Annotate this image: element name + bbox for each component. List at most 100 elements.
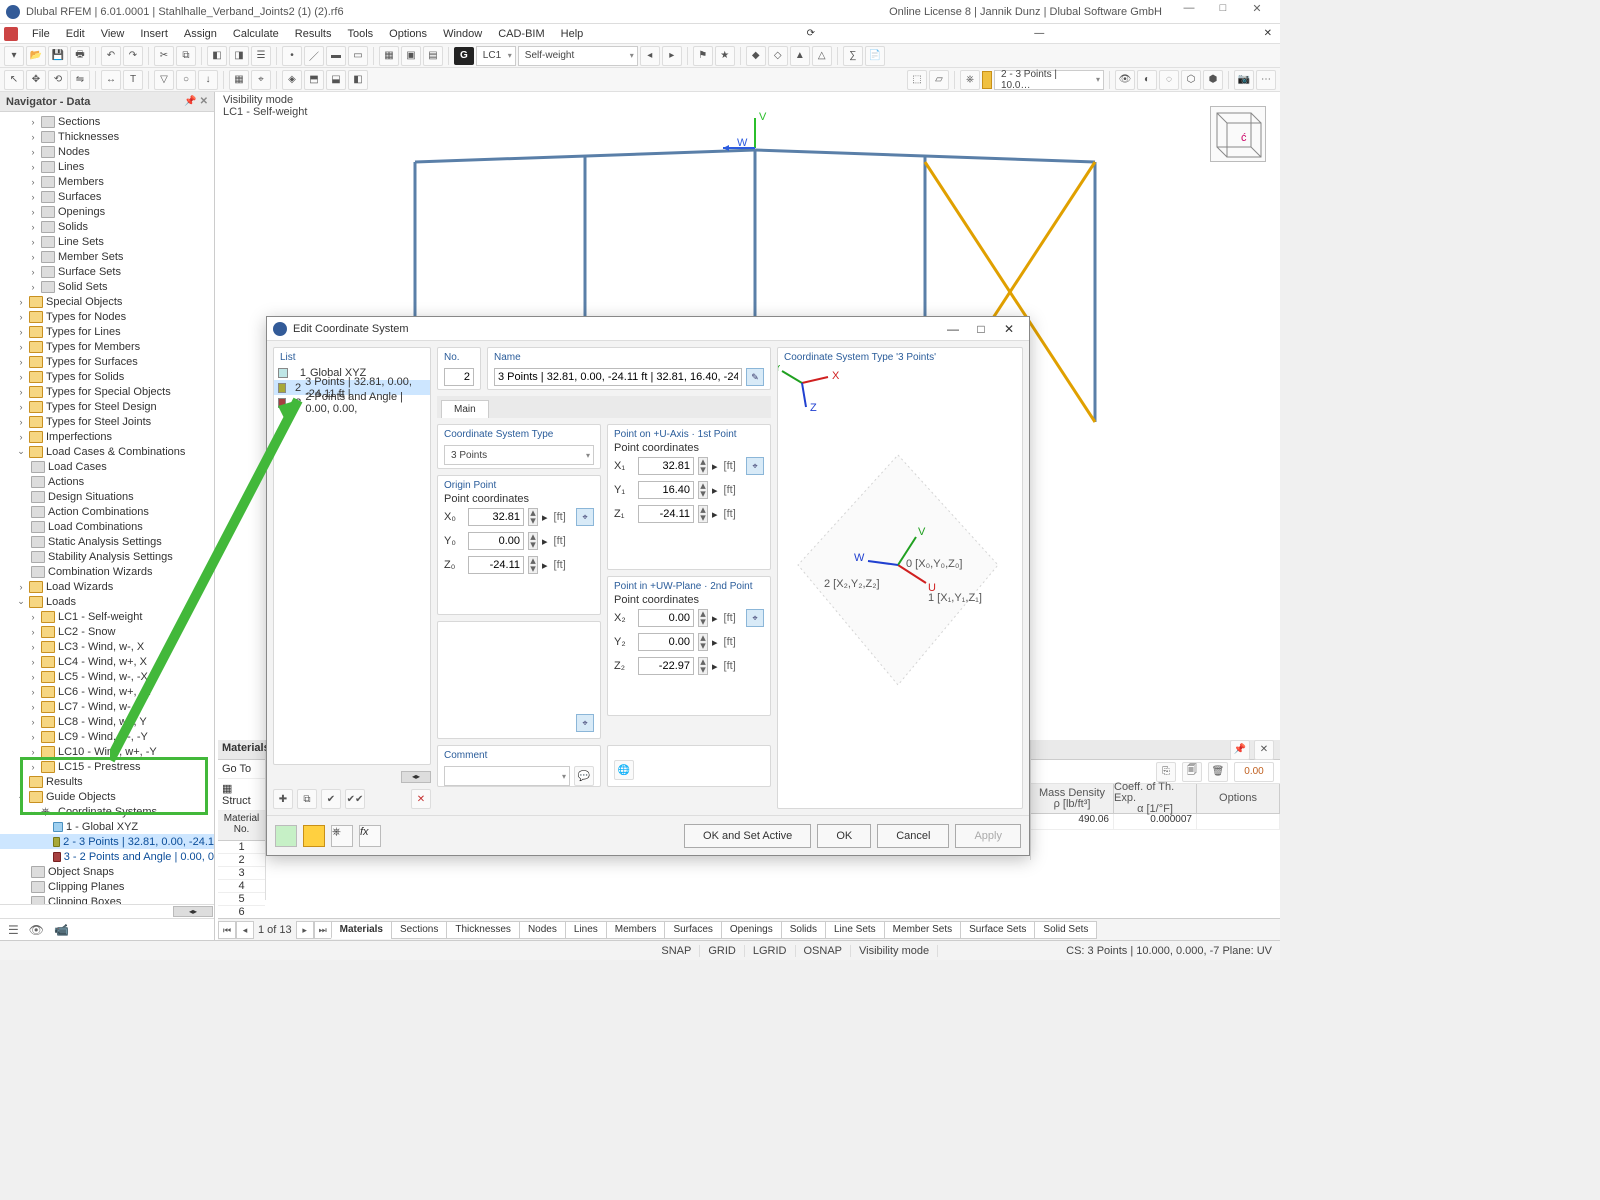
- blank-pick-icon[interactable]: ⌖: [576, 714, 594, 732]
- tree-item[interactable]: ›Sections: [0, 114, 214, 129]
- btab-first[interactable]: ⏮: [218, 921, 236, 939]
- tb2-move[interactable]: ✥: [26, 70, 46, 90]
- comment-combo[interactable]: [444, 766, 570, 786]
- y1-spinner[interactable]: ▴▾: [698, 481, 708, 499]
- tb-misc1[interactable]: ◧: [207, 46, 227, 66]
- tb-open-icon[interactable]: 📂: [26, 46, 46, 66]
- tree-item[interactable]: Clipping Boxes: [0, 894, 214, 904]
- btab-sections[interactable]: Sections: [391, 921, 447, 939]
- mat-pin-icon[interactable]: 📌: [1230, 740, 1250, 760]
- tb2-top[interactable]: ⬒: [304, 70, 324, 90]
- cancel-button[interactable]: Cancel: [877, 824, 949, 848]
- menu-window[interactable]: Window: [435, 28, 490, 40]
- z0-input[interactable]: [468, 556, 524, 574]
- tb2-front[interactable]: ⬓: [326, 70, 346, 90]
- tb-lcnext[interactable]: ▸: [662, 46, 682, 66]
- x0-input[interactable]: [468, 508, 524, 526]
- tree-item[interactable]: ›Results: [0, 774, 214, 789]
- mat-tb1[interactable]: ⎘: [1156, 762, 1176, 782]
- comment-btn[interactable]: 💬: [574, 766, 594, 786]
- tb2-vis4[interactable]: ⬡: [1181, 70, 1201, 90]
- tb-copy-icon[interactable]: ⧉: [176, 46, 196, 66]
- tool1-button[interactable]: ⎈: [331, 825, 353, 847]
- tb2-sel[interactable]: ↖: [4, 70, 24, 90]
- tree-item[interactable]: Stability Analysis Settings: [0, 549, 214, 564]
- tree-item[interactable]: ›Load Wizards: [0, 579, 214, 594]
- tree-item[interactable]: ›Nodes: [0, 144, 214, 159]
- tb-misc2[interactable]: ◨: [229, 46, 249, 66]
- u-pick-icon[interactable]: ⌖: [746, 457, 764, 475]
- tree-item[interactable]: ›LC4 - Wind, w+, X: [0, 654, 214, 669]
- tb2-vis3[interactable]: ◌: [1159, 70, 1179, 90]
- ok-set-active-button[interactable]: OK and Set Active: [684, 824, 811, 848]
- tb-filter2[interactable]: ★: [715, 46, 735, 66]
- close-button[interactable]: ✕: [1240, 2, 1274, 22]
- list-item[interactable]: 32 Points and Angle | 0.00, 0.00,: [274, 395, 430, 410]
- tree-item[interactable]: Object Snaps: [0, 864, 214, 879]
- menu-results[interactable]: Results: [287, 28, 340, 40]
- status-osnap[interactable]: OSNAP: [796, 945, 852, 957]
- x1-input[interactable]: [638, 457, 694, 475]
- z1-input[interactable]: [638, 505, 694, 523]
- tb-render3[interactable]: ▲: [790, 46, 810, 66]
- menu-cadbim[interactable]: CAD-BIM: [490, 28, 552, 40]
- btab-prev[interactable]: ◂: [236, 921, 254, 939]
- tree-item[interactable]: ›Solids: [0, 219, 214, 234]
- z2-input[interactable]: [638, 657, 694, 675]
- struct-btn[interactable]: ▦ Struct: [218, 779, 265, 811]
- tb-lcprev[interactable]: ◂: [640, 46, 660, 66]
- btab-nodes[interactable]: Nodes: [519, 921, 566, 939]
- list-hscroll[interactable]: ◂▸: [401, 771, 431, 783]
- tree-item[interactable]: ›Types for Nodes: [0, 309, 214, 324]
- tree-item[interactable]: Design Situations: [0, 489, 214, 504]
- tb2-text[interactable]: T: [123, 70, 143, 90]
- origin-pick-icon[interactable]: ⌖: [576, 508, 594, 526]
- tb2-vis1[interactable]: 👁: [1115, 70, 1135, 90]
- tb-render1[interactable]: ◆: [746, 46, 766, 66]
- tree-item[interactable]: ›LC5 - Wind, w-, -X: [0, 669, 214, 684]
- tb2-snap[interactable]: ⌖: [251, 70, 271, 90]
- tb2-load[interactable]: ↓: [198, 70, 218, 90]
- maximize-button[interactable]: □: [1206, 2, 1240, 22]
- tb-save-icon[interactable]: 💾: [48, 46, 68, 66]
- tree-item[interactable]: ›LC10 - Wind, w+, -Y: [0, 744, 214, 759]
- tree-item[interactable]: ›Member Sets: [0, 249, 214, 264]
- tree-item[interactable]: ›Types for Steel Joints: [0, 414, 214, 429]
- mat-tb3[interactable]: 🗑: [1208, 762, 1228, 782]
- nav-eye-icon[interactable]: 👁: [29, 923, 44, 937]
- z1-spinner[interactable]: ▴▾: [698, 505, 708, 523]
- tree-item[interactable]: ›LC2 - Snow: [0, 624, 214, 639]
- x2-input[interactable]: [638, 609, 694, 627]
- tb-print-icon[interactable]: 🖶: [70, 46, 90, 66]
- color-button[interactable]: [303, 825, 325, 847]
- y2-input[interactable]: [638, 633, 694, 651]
- dialog-minimize[interactable]: —: [939, 322, 967, 336]
- tb2-rotate[interactable]: ⟲: [48, 70, 68, 90]
- menu-tools[interactable]: Tools: [339, 28, 381, 40]
- list-checkall-button[interactable]: ✔✔: [345, 789, 365, 809]
- mdi-close-icon[interactable]: ✕: [1260, 28, 1276, 39]
- tb-report[interactable]: 📄: [865, 46, 885, 66]
- menu-assign[interactable]: Assign: [176, 28, 225, 40]
- y1-input[interactable]: [638, 481, 694, 499]
- tb-view1[interactable]: ▦: [379, 46, 399, 66]
- app-menu-icon[interactable]: [4, 27, 18, 41]
- mat-zero-badge[interactable]: 0.00: [1234, 762, 1274, 782]
- nav-tree-icon[interactable]: ☰: [8, 923, 19, 937]
- tree-item[interactable]: ›Types for Special Objects: [0, 384, 214, 399]
- tree-item[interactable]: ›Line Sets: [0, 234, 214, 249]
- tree-item[interactable]: ›Types for Surfaces: [0, 354, 214, 369]
- navigator-tree[interactable]: ›Sections›Thicknesses›Nodes›Lines›Member…: [0, 112, 214, 904]
- tab-main[interactable]: Main: [441, 400, 489, 418]
- list-check-button[interactable]: ✔: [321, 789, 341, 809]
- menu-file[interactable]: File: [24, 28, 58, 40]
- tree-item[interactable]: ›Solid Sets: [0, 279, 214, 294]
- minimize-button[interactable]: —: [1172, 2, 1206, 22]
- tree-item[interactable]: ›LC3 - Wind, w-, X: [0, 639, 214, 654]
- tree-item[interactable]: ›Thicknesses: [0, 129, 214, 144]
- tree-item[interactable]: ›Surface Sets: [0, 264, 214, 279]
- y0-spinner[interactable]: ▴▾: [528, 532, 538, 550]
- tree-item[interactable]: Static Analysis Settings: [0, 534, 214, 549]
- btab-line-sets[interactable]: Line Sets: [825, 921, 885, 939]
- btab-next[interactable]: ▸: [296, 921, 314, 939]
